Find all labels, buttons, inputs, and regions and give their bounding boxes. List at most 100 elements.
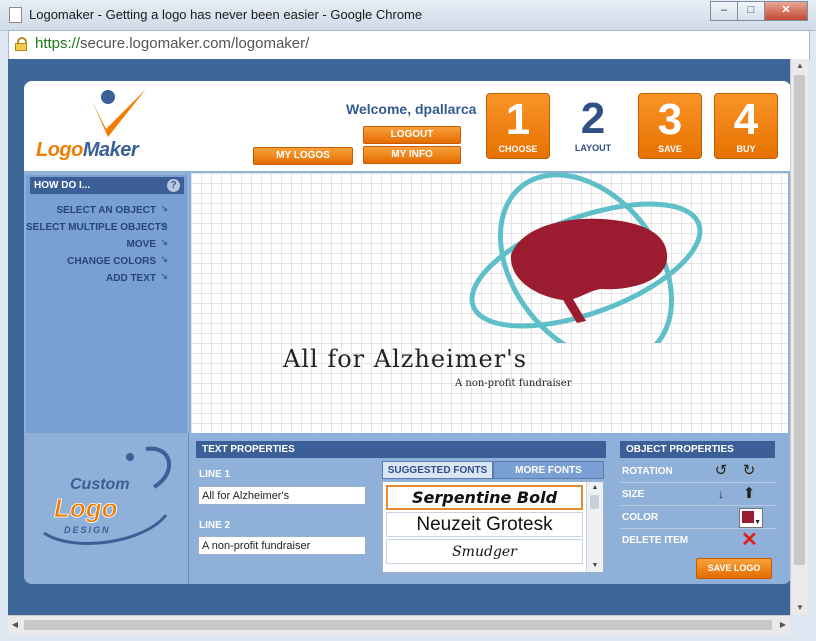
rotation-row: ROTATION ↺ ↻ bbox=[620, 460, 777, 483]
scroll-right-icon[interactable]: ▶ bbox=[776, 616, 790, 634]
delete-row: DELETE ITEM ✕ bbox=[620, 529, 777, 551]
font-list: Serpentine Bold Neuzeit Grotesk Smudger … bbox=[382, 481, 604, 573]
horizontal-scroll-thumb[interactable] bbox=[24, 620, 772, 630]
window-title: Logomaker - Getting a logo has never bee… bbox=[29, 7, 423, 22]
url-path: /logomaker/ bbox=[230, 35, 310, 52]
color-label: COLOR bbox=[622, 512, 659, 523]
step-number: 3 bbox=[657, 95, 683, 144]
step-buy[interactable]: 4 BUY bbox=[714, 93, 778, 159]
howto-add-text[interactable]: ADD TEXT bbox=[26, 271, 168, 290]
line1-input[interactable]: All for Alzheimer's bbox=[198, 486, 366, 505]
line2-input[interactable]: A non-profit fundraiser bbox=[198, 536, 366, 555]
logomaker-logo[interactable]: LogoMaker bbox=[34, 87, 184, 167]
how-do-i-header: HOW DO I... ? bbox=[30, 177, 184, 194]
color-row: COLOR ▼ bbox=[620, 506, 777, 529]
horizontal-scrollbar[interactable]: ◀ ▶ bbox=[8, 615, 790, 634]
font-list-scrollbar[interactable]: ▲ ▼ bbox=[586, 482, 603, 572]
save-logo-button[interactable]: SAVE LOGO bbox=[696, 558, 772, 579]
minimize-button[interactable]: – bbox=[710, 1, 738, 21]
panel-divider bbox=[188, 433, 189, 584]
scroll-thumb[interactable] bbox=[590, 495, 599, 509]
lock-icon[interactable] bbox=[15, 37, 27, 51]
help-icon[interactable]: ? bbox=[167, 179, 180, 192]
vertical-scrollbar[interactable]: ▲ ▼ bbox=[790, 59, 809, 615]
step-label: SAVE bbox=[658, 144, 682, 154]
app-header: LogoMaker Welcome, dpallarca LOGOUT MY L… bbox=[24, 81, 790, 171]
object-properties-header: OBJECT PROPERTIES bbox=[620, 441, 775, 458]
page-footer bbox=[8, 584, 790, 615]
logout-button[interactable]: LOGOUT bbox=[363, 126, 461, 144]
page-viewport: LogoMaker Welcome, dpallarca LOGOUT MY L… bbox=[8, 59, 790, 615]
brain-orbit-graphic[interactable] bbox=[191, 173, 788, 343]
tab-more-fonts[interactable]: MORE FONTS bbox=[493, 461, 604, 479]
logo-canvas[interactable]: All for Alzheimer's A non-profit fundrai… bbox=[191, 173, 788, 435]
logo-line2-text[interactable]: A non-profit fundraiser bbox=[455, 378, 572, 389]
step-number: 4 bbox=[733, 95, 759, 144]
how-do-i-panel: HOW DO I... ? SELECT AN OBJECT SELECT MU… bbox=[26, 175, 187, 433]
maximize-button[interactable]: □ bbox=[737, 1, 765, 21]
vertical-scroll-thumb[interactable] bbox=[794, 75, 805, 565]
welcome-text: Welcome, dpallarca bbox=[346, 101, 477, 117]
font-option-smudger[interactable]: Smudger bbox=[386, 539, 583, 564]
step-layout[interactable]: 2 LAYOUT bbox=[562, 93, 624, 157]
svg-text:DESIGN: DESIGN bbox=[64, 525, 111, 535]
size-up-icon[interactable]: ⬆ bbox=[741, 486, 757, 502]
font-option-label: Serpentine Bold bbox=[411, 488, 558, 507]
scroll-up-icon[interactable]: ▲ bbox=[791, 59, 809, 73]
tab-suggested-fonts[interactable]: SUGGESTED FONTS bbox=[382, 461, 493, 479]
howto-select-object[interactable]: SELECT AN OBJECT bbox=[26, 203, 168, 222]
line2-label: LINE 2 bbox=[199, 520, 231, 531]
svg-text:Custom: Custom bbox=[70, 476, 130, 493]
font-tabs: SUGGESTED FONTS MORE FONTS bbox=[382, 461, 604, 479]
size-label: SIZE bbox=[622, 489, 645, 500]
logo-wordmark: LogoMaker bbox=[36, 139, 139, 161]
delete-x-icon[interactable]: ✕ bbox=[741, 530, 758, 550]
howto-change-colors[interactable]: CHANGE COLORS bbox=[26, 254, 168, 273]
how-do-i-title: HOW DO I... bbox=[34, 180, 91, 191]
scroll-up-icon[interactable]: ▲ bbox=[587, 482, 603, 494]
rotate-left-icon[interactable]: ↺ bbox=[713, 463, 729, 479]
window-titlebar: Logomaker - Getting a logo has never bee… bbox=[0, 0, 816, 31]
custom-logo-design-badge[interactable]: Custom Logo DESIGN bbox=[34, 443, 184, 553]
address-bar[interactable]: https://secure.logomaker.com/logomaker/ bbox=[8, 30, 810, 60]
size-down-icon[interactable]: ↓ bbox=[713, 486, 729, 502]
step-label: CHOOSE bbox=[498, 144, 538, 154]
line1-label: LINE 1 bbox=[199, 469, 231, 480]
window-controls: – □ ✕ bbox=[710, 1, 808, 21]
step-label: LAYOUT bbox=[574, 143, 612, 153]
page-icon bbox=[9, 7, 22, 23]
howto-select-multiple[interactable]: SELECT MULTIPLE OBJECTS bbox=[26, 220, 168, 239]
color-swatch bbox=[742, 511, 754, 523]
font-option-neuzeit[interactable]: Neuzeit Grotesk bbox=[386, 512, 583, 537]
howto-move[interactable]: MOVE bbox=[26, 237, 168, 256]
url-text[interactable]: https://secure.logomaker.com/logomaker/ bbox=[35, 35, 309, 52]
text-properties-header: TEXT PROPERTIES bbox=[196, 441, 606, 458]
my-logos-button[interactable]: MY LOGOS bbox=[253, 147, 353, 165]
logo-line1-text[interactable]: All for Alzheimer's bbox=[283, 345, 527, 373]
size-row: SIZE ↓ ⬆ bbox=[620, 483, 777, 506]
font-option-label: Smudger bbox=[452, 544, 517, 560]
step-choose[interactable]: 1 CHOOSE bbox=[486, 93, 550, 159]
close-button[interactable]: ✕ bbox=[764, 1, 808, 21]
step-number: 2 bbox=[580, 94, 606, 143]
svg-text:Logo: Logo bbox=[54, 493, 118, 523]
step-label: BUY bbox=[736, 144, 756, 154]
font-option-serpentine[interactable]: Serpentine Bold bbox=[386, 485, 583, 510]
font-option-label: Neuzeit Grotesk bbox=[416, 514, 553, 535]
checkmark-person-icon bbox=[92, 89, 146, 137]
url-host: secure.logomaker.com bbox=[80, 35, 231, 52]
chevron-down-icon: ▼ bbox=[754, 519, 761, 526]
scroll-down-icon[interactable]: ▼ bbox=[587, 560, 603, 572]
rotate-right-icon[interactable]: ↻ bbox=[741, 463, 757, 479]
scroll-down-icon[interactable]: ▼ bbox=[791, 601, 809, 615]
my-info-button[interactable]: MY INFO bbox=[363, 146, 461, 164]
how-do-i-list: SELECT AN OBJECT SELECT MULTIPLE OBJECTS… bbox=[26, 203, 168, 290]
step-number: 1 bbox=[505, 95, 531, 144]
url-scheme: https:// bbox=[35, 35, 81, 52]
delete-item-label: DELETE ITEM bbox=[622, 535, 689, 546]
custom-logo-design-icon: Custom Logo DESIGN bbox=[43, 446, 172, 545]
color-picker[interactable]: ▼ bbox=[739, 508, 763, 528]
rotation-label: ROTATION bbox=[622, 466, 673, 477]
scroll-left-icon[interactable]: ◀ bbox=[8, 616, 22, 634]
step-save[interactable]: 3 SAVE bbox=[638, 93, 702, 159]
